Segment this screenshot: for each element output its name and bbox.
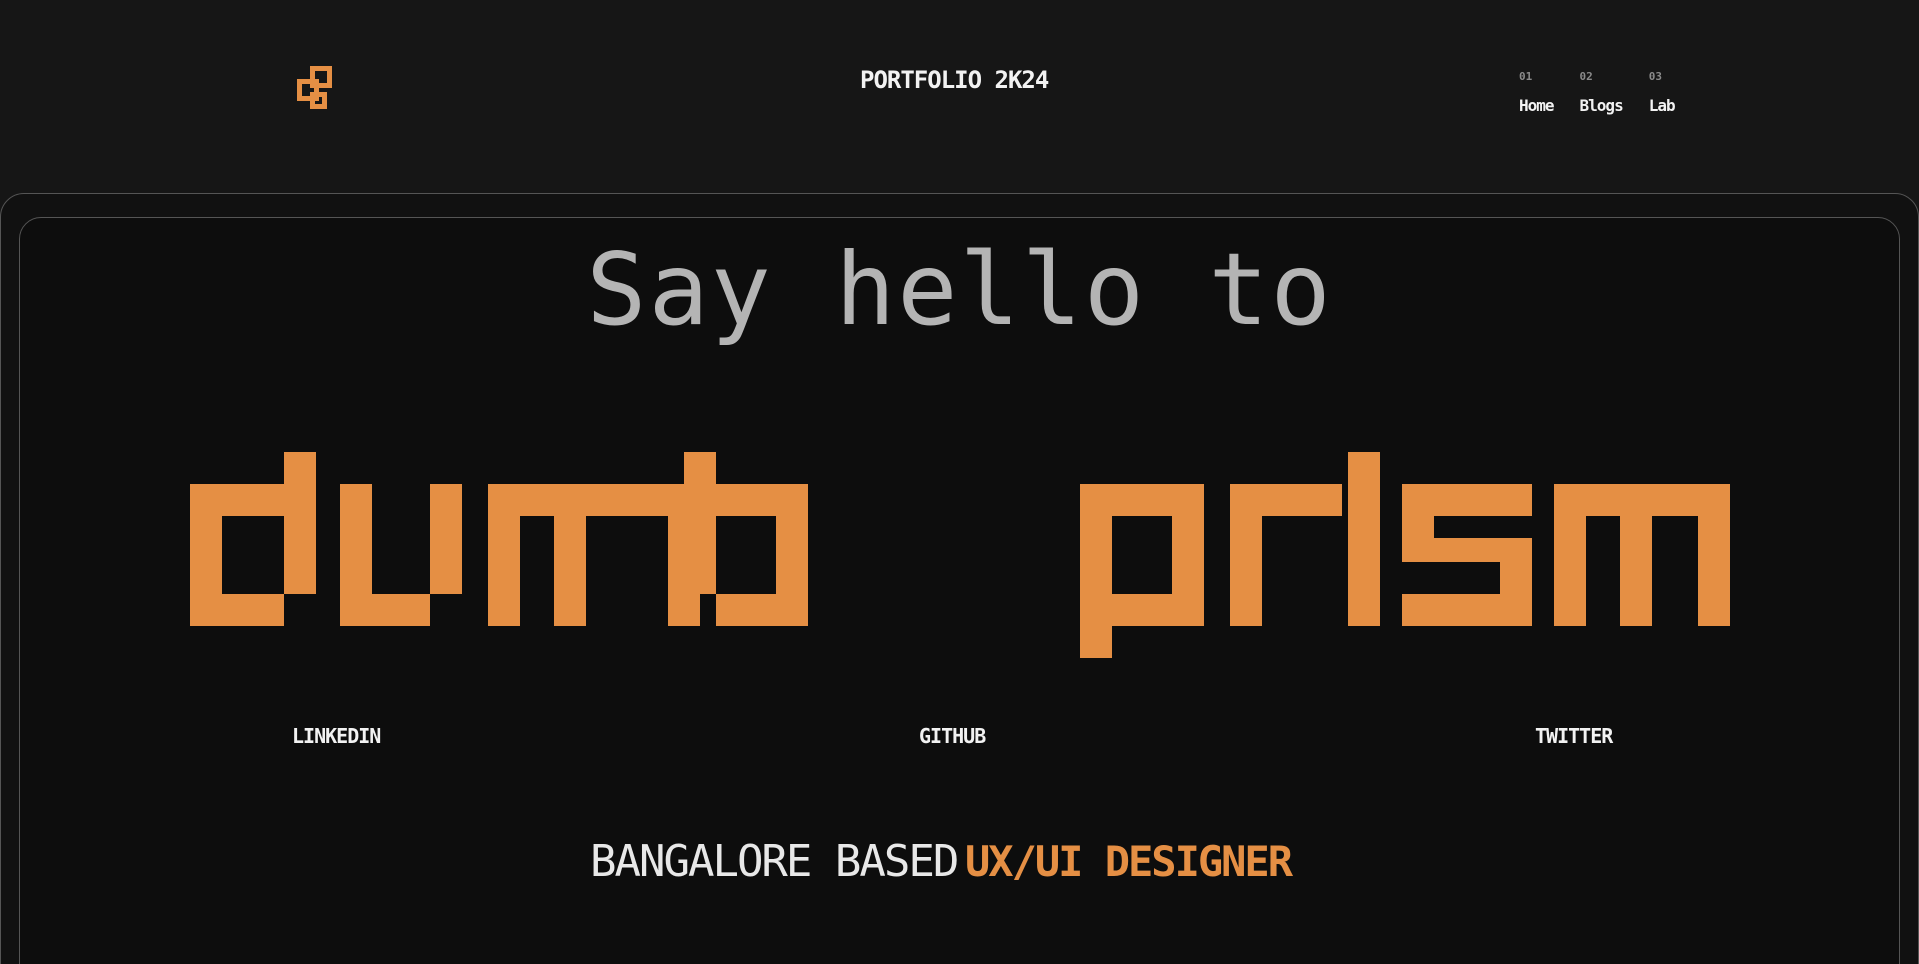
nav-item-lab[interactable]: 03 Lab <box>1648 70 1676 115</box>
nav-item-home[interactable]: 01 Home <box>1519 70 1555 115</box>
tagline: BANGALORE BASED UX/UI DESIGNER <box>590 836 1293 887</box>
name-word-dumb <box>190 452 808 626</box>
pixel-logo-icon[interactable] <box>297 66 343 112</box>
nav-item-blogs[interactable]: 02 Blogs <box>1579 70 1624 115</box>
twitter-link[interactable]: TWITTER <box>1535 724 1613 748</box>
hero-name: dumb <box>190 452 1730 658</box>
nav-label: Home <box>1519 96 1555 115</box>
nav-number: 02 <box>1579 70 1593 83</box>
site-title: PORTFOLIO 2K24 <box>860 66 1049 94</box>
tagline-location: BANGALORE BASED <box>590 836 959 887</box>
linkedin-link[interactable]: LINKEDIN <box>292 724 381 748</box>
greeting-heading: Say hello to <box>586 231 1333 348</box>
portfolio-page: PORTFOLIO 2K24 01 Home 02 Blogs 03 Lab S… <box>0 0 1919 964</box>
tagline-role: UX/UI DESIGNER <box>965 837 1293 886</box>
nav-number: 03 <box>1648 70 1662 83</box>
nav-label: Blogs <box>1579 96 1624 115</box>
main-nav: 01 Home 02 Blogs 03 Lab <box>1519 70 1676 115</box>
github-link[interactable]: GITHUB <box>919 724 986 748</box>
nav-label: Lab <box>1648 96 1676 115</box>
nav-number: 01 <box>1519 70 1533 83</box>
name-word-prism <box>1080 452 1730 658</box>
